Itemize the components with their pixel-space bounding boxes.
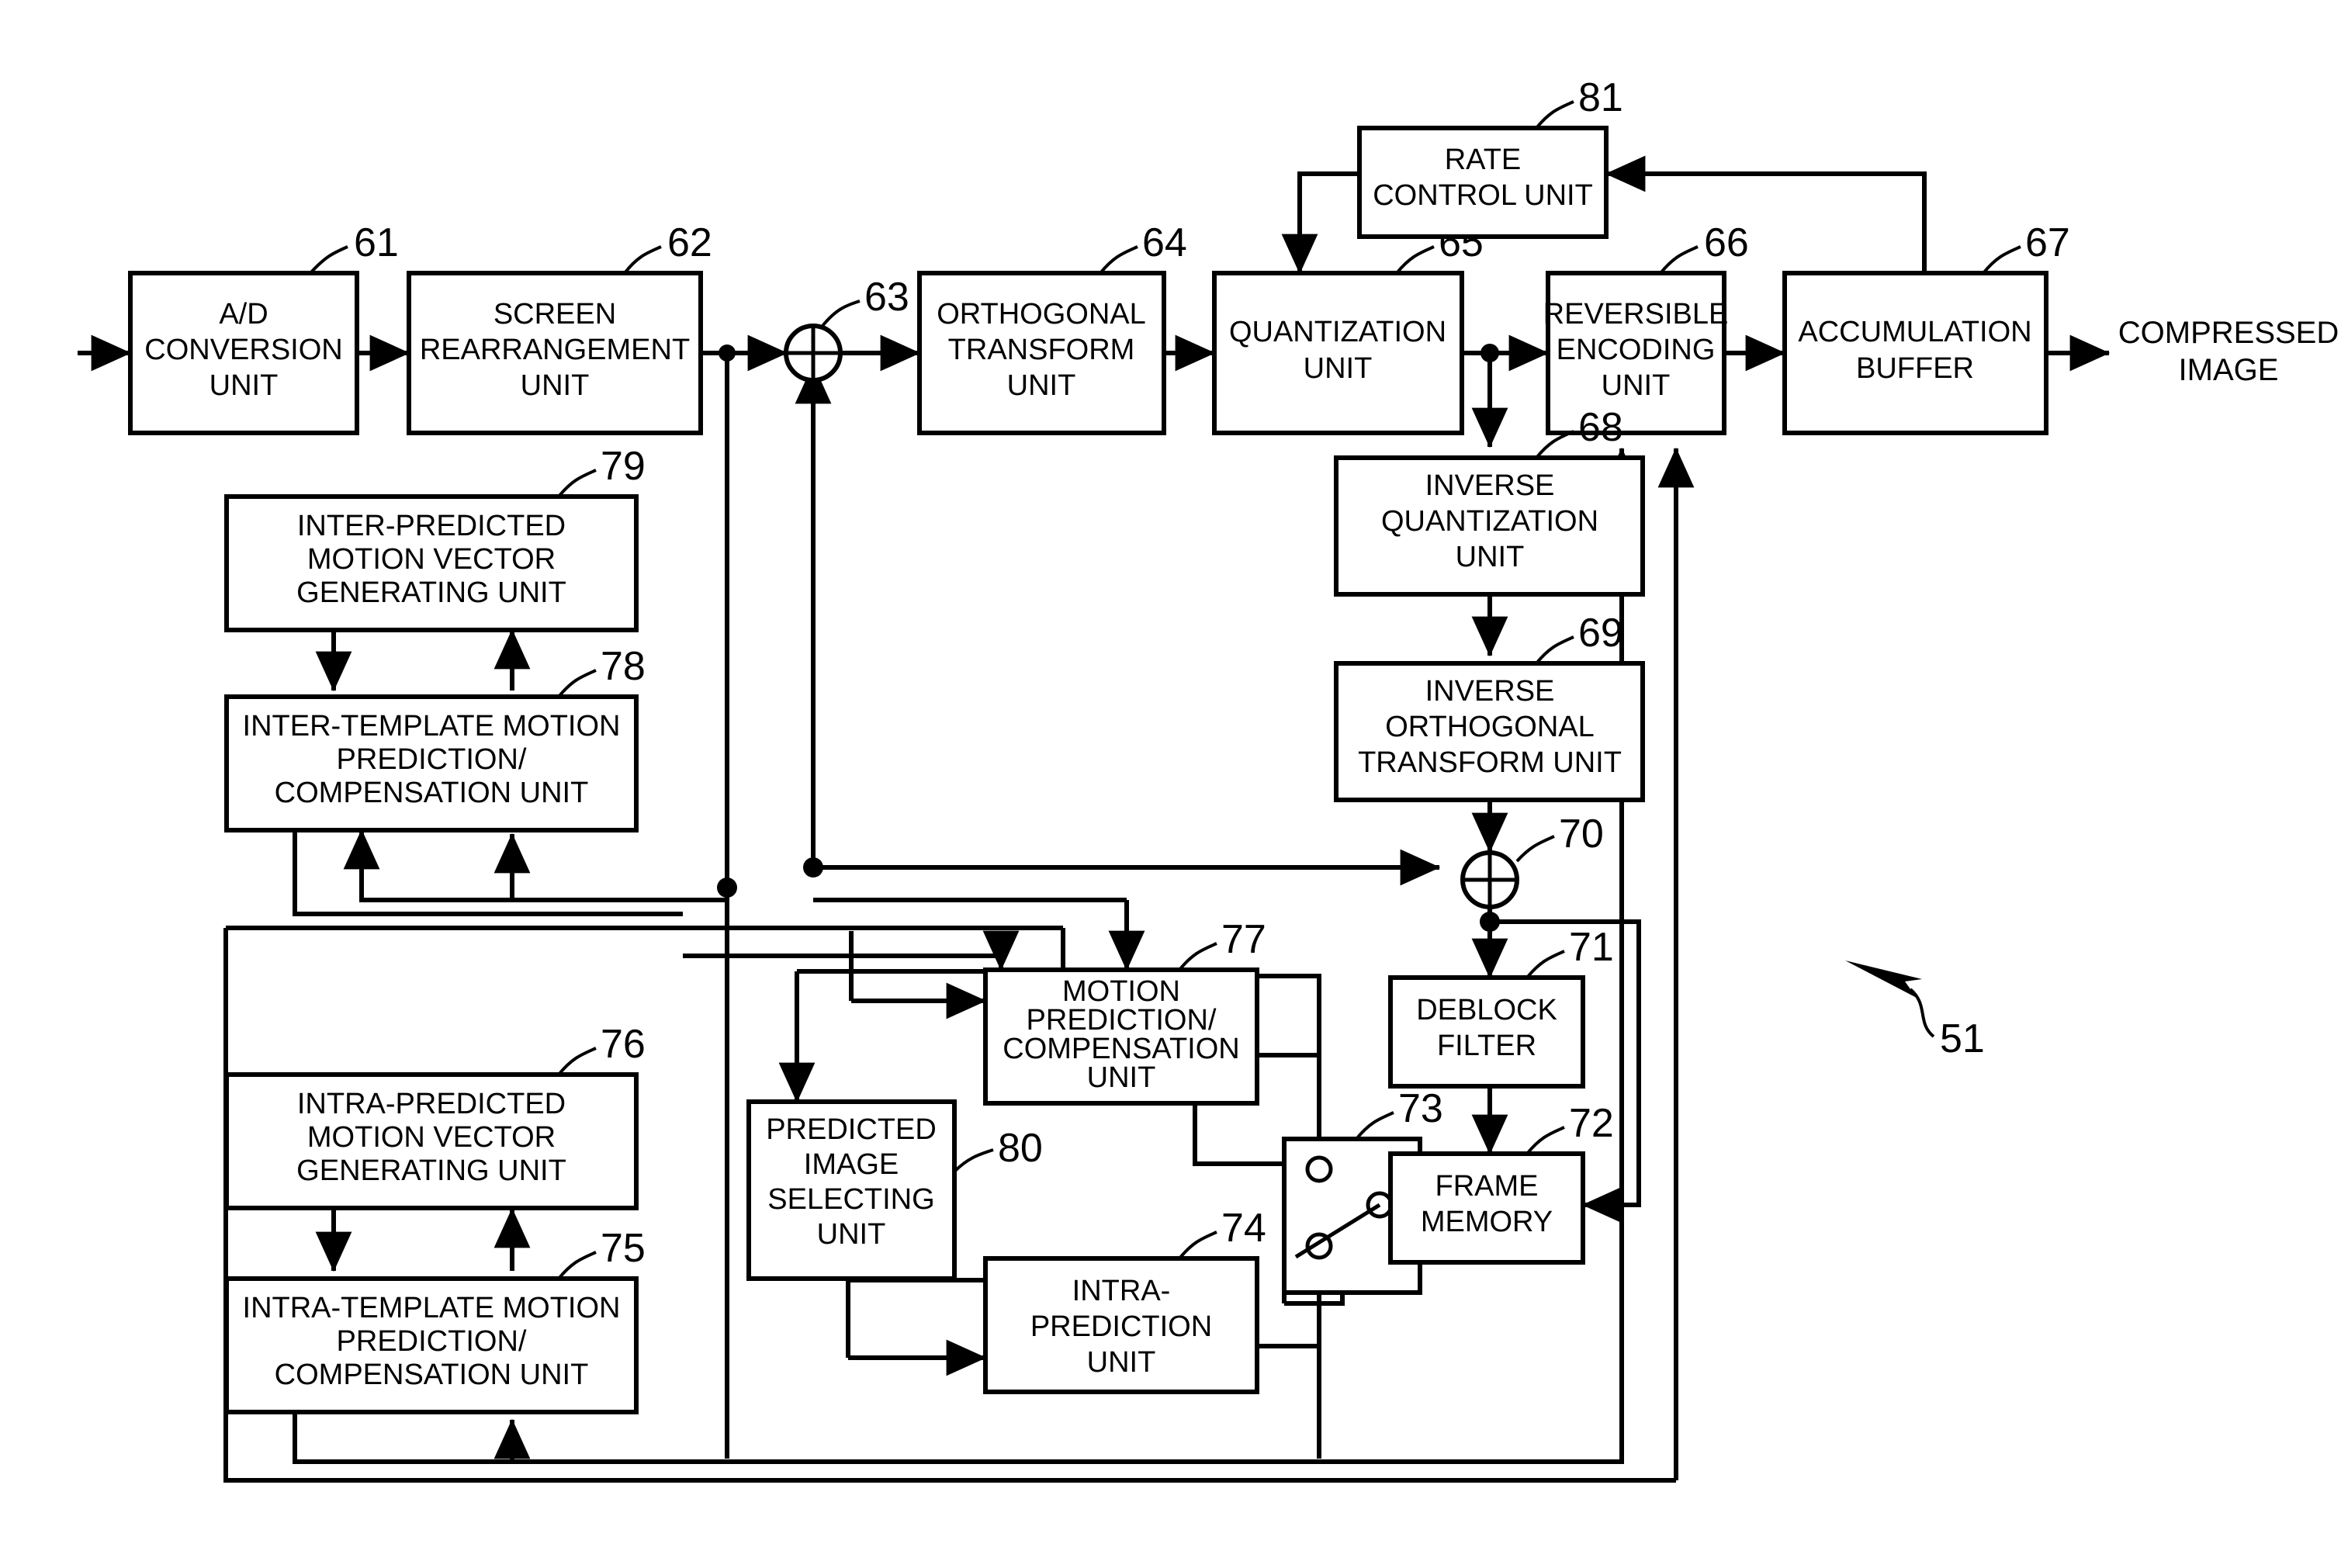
ref-numeral-69: 69 <box>1578 611 1623 656</box>
inverse-quantization-unit[interactable]: INVERSE QUANTIZATION UNIT <box>1334 455 1645 597</box>
block-label-line: UNIT <box>1456 541 1525 573</box>
patent-figure-canvas: A/D CONVERSION UNIT 61 SCREEN REARRANGEM… <box>0 0 2348 1568</box>
deblock-filter[interactable]: DEBLOCK FILTER <box>1388 975 1585 1089</box>
inverse-orthogonal-transform-unit[interactable]: INVERSE ORTHOGONAL TRANSFORM UNIT <box>1334 661 1645 802</box>
block-label-line: INTRA-TEMPLATE MOTION <box>243 1292 621 1324</box>
block-label-line: PREDICTION/ <box>337 743 527 776</box>
block-label-line: BUFFER <box>1856 352 1974 385</box>
block-label-line: FRAME <box>1435 1170 1539 1203</box>
frame-memory[interactable]: FRAME MEMORY <box>1388 1151 1585 1265</box>
block-label-line: MOTION VECTOR <box>307 1121 556 1154</box>
block-label-line: QUANTIZATION <box>1381 505 1598 538</box>
block-label-line: MOTION VECTOR <box>307 543 556 576</box>
block-label-line: PREDICTION <box>1030 1310 1212 1343</box>
ref-numeral-71: 71 <box>1569 925 1614 970</box>
accumulation-buffer[interactable]: ACCUMULATION BUFFER <box>1782 271 2048 435</box>
ref-numeral-72: 72 <box>1569 1101 1614 1146</box>
block-label-line: A/D <box>219 298 268 331</box>
block-label-line: REVERSIBLE <box>1543 298 1729 331</box>
block-label-line: DEBLOCK <box>1416 994 1557 1026</box>
block-label-line: GENERATING UNIT <box>296 1154 566 1187</box>
block-label-line: SELECTING <box>767 1183 934 1216</box>
predicted-image-selecting-unit[interactable]: PREDICTED IMAGE SELECTING UNIT <box>746 1099 957 1281</box>
intra-predicted-motion-vector-generating-unit[interactable]: INTRA-PREDICTED MOTION VECTOR GENERATING… <box>224 1072 639 1210</box>
ref-numeral-63: 63 <box>864 275 909 320</box>
block-label-line: MEMORY <box>1421 1206 1553 1238</box>
block-label-line: IMAGE <box>804 1148 899 1181</box>
ref-numeral-78: 78 <box>601 644 646 689</box>
block-label-line: UNIT <box>1087 1061 1156 1094</box>
block-label-line: GENERATING UNIT <box>296 576 566 609</box>
ref-numeral-81: 81 <box>1578 75 1623 120</box>
ref-numeral-74: 74 <box>1221 1206 1266 1251</box>
adder-70 <box>1460 850 1519 909</box>
block-label-line: UNIT <box>1087 1346 1156 1379</box>
block-label-line: TRANSFORM <box>948 334 1135 366</box>
block-label-line: INTRA-PREDICTED <box>297 1088 566 1120</box>
block-label-line: INTER-PREDICTED <box>297 510 566 542</box>
block-label-line: UNIT <box>817 1218 886 1251</box>
compressed-image-output-label: COMPRESSED IMAGE <box>2118 316 2339 387</box>
ref-numeral-68: 68 <box>1578 405 1623 450</box>
svg-text:51: 51 <box>1940 1016 1985 1061</box>
inter-predicted-motion-vector-generating-unit[interactable]: INTER-PREDICTED MOTION VECTOR GENERATING… <box>224 494 639 632</box>
ref-numeral-77: 77 <box>1221 917 1266 962</box>
block-label-line: PREDICTED <box>766 1113 937 1146</box>
block-label-line: INVERSE <box>1425 469 1555 502</box>
ref-numeral-70: 70 <box>1559 812 1604 857</box>
block-label-line: UNIT <box>521 369 590 402</box>
inter-template-motion-prediction-compensation-unit[interactable]: INTER-TEMPLATE MOTION PREDICTION/ COMPEN… <box>224 694 639 832</box>
svg-text:COMPRESSED: COMPRESSED <box>2118 316 2339 350</box>
block-label-line: CONTROL UNIT <box>1373 179 1593 212</box>
block-label-line: INTRA- <box>1072 1275 1171 1307</box>
block-label-line: COMPENSATION UNIT <box>275 777 589 809</box>
block-label-line: QUANTIZATION <box>1229 316 1446 348</box>
ref-numeral-76: 76 <box>601 1022 646 1067</box>
block-label-line: TRANSFORM UNIT <box>1358 746 1622 779</box>
rate-control-unit[interactable]: RATE CONTROL UNIT <box>1357 126 1609 239</box>
block-label-line: COMPENSATION <box>1003 1033 1239 1065</box>
block-label-line: CONVERSION <box>144 334 342 366</box>
block-label-line: UNIT <box>1602 369 1671 402</box>
ref-numeral-73: 73 <box>1398 1086 1443 1131</box>
reversible-encoding-unit[interactable]: REVERSIBLE ENCODING UNIT <box>1543 271 1729 435</box>
block-label-line: MOTION <box>1062 975 1180 1008</box>
svg-text:IMAGE: IMAGE <box>2179 353 2279 387</box>
block-label-line: ENCODING <box>1557 334 1716 366</box>
block-label-line: ORTHOGONAL <box>937 298 1146 331</box>
ref-numeral-79: 79 <box>601 444 646 489</box>
block-label-line: INVERSE <box>1425 675 1555 708</box>
ref-numeral-67: 67 <box>2025 220 2070 265</box>
figure-reference-numeral: 51 <box>1845 961 1985 1061</box>
block-label-line: SCREEN <box>493 298 616 331</box>
block-label-line: COMPENSATION UNIT <box>275 1359 589 1391</box>
screen-rearrangement-unit[interactable]: SCREEN REARRANGEMENT UNIT <box>407 271 703 435</box>
block-label-line: UNIT <box>1304 352 1373 385</box>
ad-conversion-unit[interactable]: A/D CONVERSION UNIT <box>128 271 359 435</box>
block-label-line: RATE <box>1445 144 1522 176</box>
ref-numeral-75: 75 <box>601 1226 646 1271</box>
block-label-line: UNIT <box>1007 369 1076 402</box>
motion-prediction-compensation-unit[interactable]: MOTION PREDICTION/ COMPENSATION UNIT <box>983 967 1259 1106</box>
block-label-line: REARRANGEMENT <box>420 334 690 366</box>
orthogonal-transform-unit[interactable]: ORTHOGONAL TRANSFORM UNIT <box>917 271 1166 435</box>
ref-numeral-64: 64 <box>1142 220 1187 265</box>
block-label-line: FILTER <box>1437 1030 1536 1062</box>
quantization-unit[interactable]: QUANTIZATION UNIT <box>1212 271 1464 435</box>
intra-template-motion-prediction-compensation-unit[interactable]: INTRA-TEMPLATE MOTION PREDICTION/ COMPEN… <box>224 1276 639 1414</box>
intra-prediction-unit[interactable]: INTRA- PREDICTION UNIT <box>983 1256 1259 1394</box>
ref-numeral-66: 66 <box>1704 220 1749 265</box>
block-label-line: INTER-TEMPLATE MOTION <box>243 710 621 742</box>
block-label-line: ORTHOGONAL <box>1385 711 1595 743</box>
adder-63 <box>784 324 843 382</box>
block-label-line: PREDICTION/ <box>337 1325 527 1358</box>
block-label-line: UNIT <box>210 369 279 402</box>
ref-numeral-80: 80 <box>998 1126 1043 1171</box>
ref-numeral-61: 61 <box>354 220 399 265</box>
block-label-line: ACCUMULATION <box>1798 316 2031 348</box>
ref-numeral-62: 62 <box>667 220 712 265</box>
block-label-line: PREDICTION/ <box>1027 1004 1217 1037</box>
